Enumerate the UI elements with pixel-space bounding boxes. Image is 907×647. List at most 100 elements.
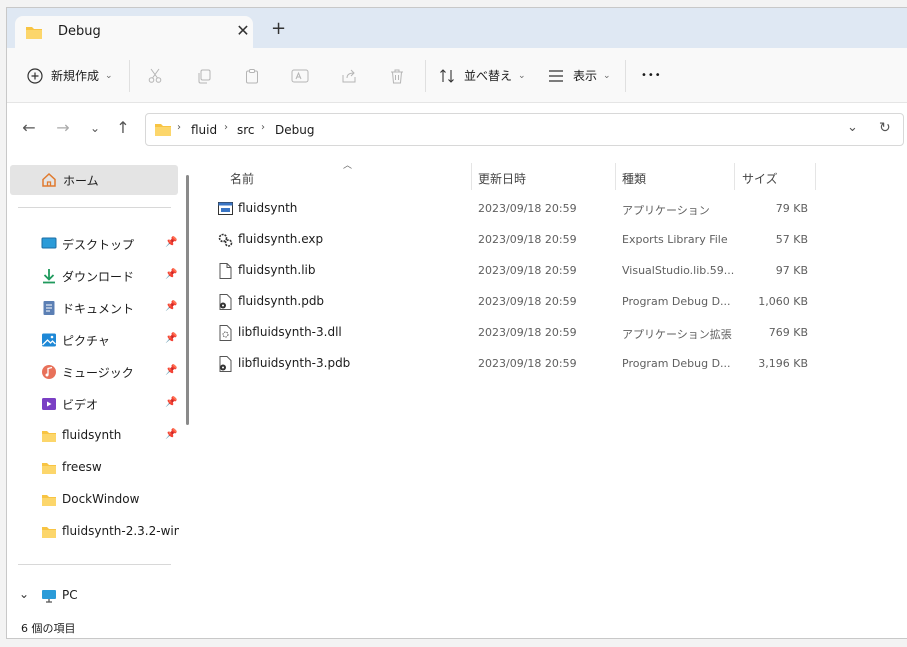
copy-button[interactable] xyxy=(196,48,212,103)
column-divider[interactable] xyxy=(734,163,735,190)
sidebar-item-label: ドキュメント xyxy=(62,302,135,316)
file-name: libfluidsynth-3.dll xyxy=(238,325,342,339)
file-date: 2023/09/18 20:59 xyxy=(478,264,577,277)
close-tab-icon[interactable]: ✕ xyxy=(233,21,253,41)
sidebar-item-label: freesw xyxy=(62,460,102,474)
column-header-name[interactable]: 名前 xyxy=(230,170,254,187)
file-size: 769 KB xyxy=(768,326,808,339)
back-arrow-icon[interactable]: ← xyxy=(19,118,39,138)
address-row: ← → ⌄ ↑ › fluid › src › Debug ⌄ ↻ xyxy=(7,103,907,155)
table-row[interactable]: fluidsynth.lib 2023/09/18 20:59 VisualSt… xyxy=(197,256,817,287)
up-arrow-icon[interactable]: ↑ xyxy=(113,118,133,138)
file-name: fluidsynth.pdb xyxy=(238,294,325,308)
paste-icon xyxy=(246,68,258,83)
command-bar: 新規作成 ⌄ 並べ替え ⌄ 表示 ⌄ ••• xyxy=(7,48,907,103)
rename-icon xyxy=(291,69,309,82)
document-icon xyxy=(43,301,55,315)
column-header-date[interactable]: 更新日時 xyxy=(478,170,526,187)
pin-icon: 📌 xyxy=(165,237,178,248)
table-row[interactable]: fluidsynth 2023/09/18 20:59 アプリケーション 79 … xyxy=(197,194,817,225)
file-name: fluidsynth.lib xyxy=(238,263,316,277)
forward-arrow-icon[interactable]: → xyxy=(53,118,73,138)
chevron-down-icon[interactable]: ⌄ xyxy=(847,120,858,135)
file-type: VisualStudio.lib.59... xyxy=(622,264,735,277)
new-button-label: 新規作成 xyxy=(51,69,100,83)
navigation-pane: ホーム デスクトップ 📌 ダウンロード 📌 ドキュメント 📌 ピクチャ 📌 ミュ… xyxy=(7,155,189,615)
chevron-down-icon[interactable]: ⌄ xyxy=(19,587,29,601)
new-tab-button[interactable]: + xyxy=(271,20,286,38)
view-label: 表示 xyxy=(573,69,598,83)
cut-button[interactable] xyxy=(147,48,163,103)
share-button[interactable] xyxy=(341,48,357,103)
exe-icon xyxy=(218,202,233,215)
column-divider[interactable] xyxy=(615,163,616,190)
divider xyxy=(18,207,171,208)
sidebar-item-label: fluidsynth xyxy=(62,428,122,442)
sidebar-item-label: ビデオ xyxy=(62,398,99,412)
sort-label: 並べ替え xyxy=(464,69,513,83)
status-bar: 6 個の項目 xyxy=(7,615,907,638)
divider xyxy=(625,60,626,92)
sidebar-item-videos[interactable]: ビデオ 📌 xyxy=(7,389,179,419)
sidebar-item-desktop[interactable]: デスクトップ 📌 xyxy=(7,229,179,259)
table-row[interactable]: libfluidsynth-3.dll 2023/09/18 20:59 アプリ… xyxy=(197,318,817,349)
pc-icon xyxy=(42,590,56,603)
download-icon xyxy=(43,269,55,284)
sidebar-item-pictures[interactable]: ピクチャ 📌 xyxy=(7,325,179,355)
more-options-button[interactable]: ••• xyxy=(641,48,662,103)
column-header-type[interactable]: 種類 xyxy=(622,170,646,187)
view-button[interactable]: 表示 ⌄ xyxy=(548,48,611,103)
sidebar-item-home[interactable]: ホーム xyxy=(10,165,178,195)
delete-icon xyxy=(391,69,403,83)
file-date: 2023/09/18 20:59 xyxy=(478,295,577,308)
new-button[interactable]: 新規作成 ⌄ xyxy=(27,48,113,103)
pin-icon: 📌 xyxy=(165,365,178,376)
pin-icon: 📌 xyxy=(165,301,178,312)
sidebar-item-label: ダウンロード xyxy=(62,270,135,284)
sidebar-item-label: デスクトップ xyxy=(62,238,135,252)
home-icon xyxy=(42,172,56,187)
address-bar[interactable]: › fluid › src › Debug ⌄ ↻ xyxy=(145,113,904,146)
chevron-down-icon: ⌄ xyxy=(105,70,113,81)
desktop-icon xyxy=(41,237,57,249)
table-row[interactable]: fluidsynth.exp 2023/09/18 20:59 Exports … xyxy=(197,225,817,256)
sidebar-item-documents[interactable]: ドキュメント 📌 xyxy=(7,293,179,323)
sort-button[interactable]: 並べ替え ⌄ xyxy=(439,48,526,103)
table-row[interactable]: fluidsynth.pdb 2023/09/18 20:59 Program … xyxy=(197,287,817,318)
refresh-icon[interactable]: ↻ xyxy=(879,120,891,136)
sidebar-scrollbar[interactable] xyxy=(186,175,189,425)
delete-button[interactable] xyxy=(389,48,405,103)
sidebar-item-label: ミュージック xyxy=(62,366,134,380)
file-size: 3,196 KB xyxy=(758,357,808,370)
column-divider[interactable] xyxy=(815,163,816,190)
sidebar-item-fluidsynth-winxp[interactable]: fluidsynth-2.3.2-winXP xyxy=(7,517,179,547)
sidebar-item-pc[interactable]: ⌄ PC xyxy=(7,581,179,611)
sidebar-item-music[interactable]: ミュージック 📌 xyxy=(7,357,179,387)
file-name: fluidsynth.exp xyxy=(238,232,324,246)
tab-title: Debug xyxy=(58,24,101,39)
recent-chevron-icon[interactable]: ⌄ xyxy=(85,118,105,138)
sidebar-item-label: ホーム xyxy=(63,174,99,188)
paste-button[interactable] xyxy=(244,48,260,103)
sidebar-item-label: fluidsynth-2.3.2-winXP xyxy=(62,524,179,538)
sidebar-item-fluidsynth[interactable]: fluidsynth 📌 xyxy=(7,421,179,451)
table-row[interactable]: libfluidsynth-3.pdb 2023/09/18 20:59 Pro… xyxy=(197,349,817,380)
column-header-size[interactable]: サイズ xyxy=(742,170,778,187)
picture-icon xyxy=(42,333,56,347)
file-size: 1,060 KB xyxy=(758,295,808,308)
sidebar-item-dockwindow[interactable]: DockWindow xyxy=(7,485,179,515)
sidebar-item-downloads[interactable]: ダウンロード 📌 xyxy=(7,261,179,291)
explorer-window: Debug ✕ + 新規作成 ⌄ 並べ替え ⌄ 表示 ⌄ ••• ← → ⌄ ↑… xyxy=(6,7,907,639)
music-icon xyxy=(42,365,56,379)
pin-icon: 📌 xyxy=(165,429,178,440)
breadcrumb-src[interactable]: src xyxy=(237,123,255,137)
column-divider[interactable] xyxy=(471,163,472,190)
rename-button[interactable] xyxy=(291,48,309,103)
dll-icon xyxy=(219,325,232,341)
tab-debug[interactable]: Debug ✕ xyxy=(15,16,253,48)
divider xyxy=(425,60,426,92)
sidebar-item-freesw[interactable]: freesw xyxy=(7,453,179,483)
breadcrumb-debug[interactable]: Debug xyxy=(275,123,314,137)
breadcrumb-fluid[interactable]: fluid xyxy=(191,123,217,137)
breadcrumb-separator: › xyxy=(177,122,181,133)
